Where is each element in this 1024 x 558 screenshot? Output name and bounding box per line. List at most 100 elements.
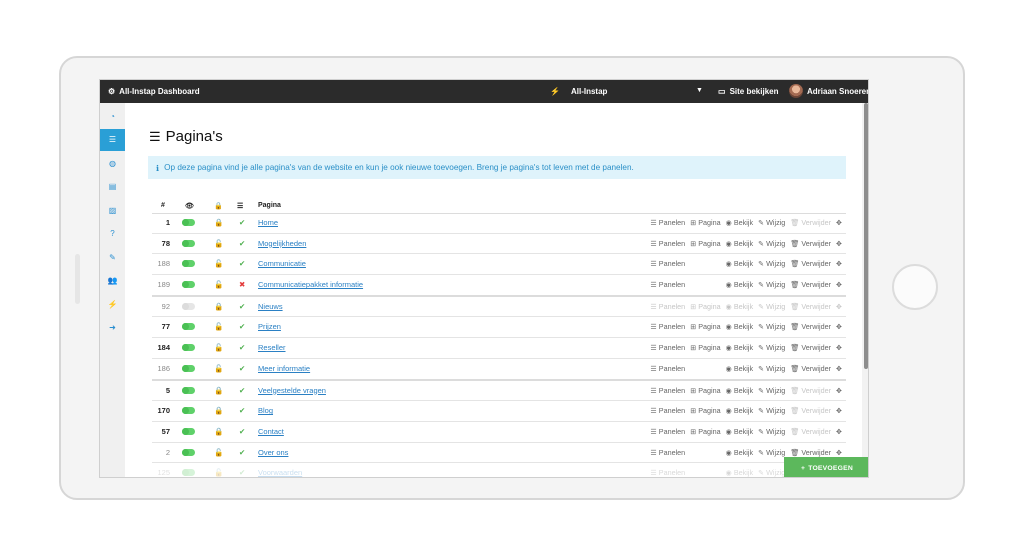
page-link[interactable]: Nieuws bbox=[258, 302, 283, 311]
move-icon[interactable]: ✥ bbox=[836, 406, 842, 415]
page-button[interactable]: ⊞ Pagina bbox=[690, 302, 720, 311]
page-link[interactable]: Reseller bbox=[258, 343, 286, 352]
page-link[interactable]: Voorwaarden bbox=[258, 468, 302, 477]
edit-button[interactable]: ✎ Wijzig bbox=[758, 364, 785, 373]
edit-button[interactable]: ✎ Wijzig bbox=[758, 468, 785, 477]
edit-button[interactable]: ✎ Wijzig bbox=[758, 386, 785, 395]
edit-button[interactable]: ✎ Wijzig bbox=[758, 322, 785, 331]
move-icon[interactable]: ✥ bbox=[836, 218, 842, 227]
sidebar-item-question[interactable]: ? bbox=[100, 223, 125, 245]
edit-button[interactable]: ✎ Wijzig bbox=[758, 302, 785, 311]
move-icon[interactable]: ✥ bbox=[836, 322, 842, 331]
move-icon[interactable]: ✥ bbox=[836, 239, 842, 248]
view-button[interactable]: ◉ Bekijk bbox=[726, 280, 753, 289]
view-button[interactable]: ◉ Bekijk bbox=[726, 259, 753, 268]
active-toggle[interactable] bbox=[182, 281, 195, 289]
move-icon[interactable]: ✥ bbox=[836, 259, 842, 268]
page-link[interactable]: Meer informatie bbox=[258, 364, 310, 373]
panels-button[interactable]: ☰ Panelen bbox=[650, 364, 685, 373]
page-button[interactable]: ⊞ Pagina bbox=[690, 406, 720, 415]
panels-button[interactable]: ☰ Panelen bbox=[650, 343, 685, 352]
panels-button[interactable]: ☰ Panelen bbox=[650, 259, 685, 268]
active-toggle[interactable] bbox=[182, 260, 195, 268]
page-button[interactable]: ⊞ Pagina bbox=[690, 427, 720, 436]
view-site-button[interactable]: ▭ Site bekijken bbox=[718, 87, 778, 96]
active-toggle[interactable] bbox=[182, 469, 195, 477]
delete-button[interactable]: 🗑 Verwijder bbox=[790, 322, 831, 331]
add-button[interactable]: + TOEVOEGEN bbox=[784, 457, 868, 477]
unlock-icon[interactable]: 🔓 bbox=[214, 364, 223, 373]
site-selector[interactable]: ⚡ All-Instap bbox=[550, 87, 607, 96]
lock-icon[interactable]: 🔒 bbox=[214, 427, 223, 436]
active-toggle[interactable] bbox=[182, 448, 195, 456]
scrollbar-thumb[interactable] bbox=[864, 103, 868, 369]
user-menu[interactable]: Adriaan Snoerer bbox=[789, 84, 868, 98]
view-button[interactable]: ◉ Bekijk bbox=[726, 239, 753, 248]
view-button[interactable]: ◉ Bekijk bbox=[726, 218, 753, 227]
view-button[interactable]: ◉ Bekijk bbox=[726, 427, 753, 436]
delete-button[interactable]: 🗑 Verwijder bbox=[790, 343, 831, 352]
move-icon[interactable]: ✥ bbox=[836, 386, 842, 395]
delete-button[interactable]: 🗑 Verwijder bbox=[790, 427, 831, 436]
page-link[interactable]: Communicatie bbox=[258, 259, 306, 268]
active-toggle[interactable] bbox=[182, 323, 195, 331]
panels-button[interactable]: ☰ Panelen bbox=[650, 218, 685, 227]
page-button[interactable]: ⊞ Pagina bbox=[690, 239, 720, 248]
active-toggle[interactable] bbox=[182, 344, 195, 352]
delete-button[interactable]: 🗑 Verwijder bbox=[790, 386, 831, 395]
panels-button[interactable]: ☰ Panelen bbox=[650, 386, 685, 395]
edit-button[interactable]: ✎ Wijzig bbox=[758, 343, 785, 352]
lock-icon[interactable]: 🔒 bbox=[214, 218, 223, 227]
page-link[interactable]: Prijzen bbox=[258, 322, 281, 331]
panels-button[interactable]: ☰ Panelen bbox=[650, 427, 685, 436]
active-toggle[interactable] bbox=[182, 427, 195, 435]
view-button[interactable]: ◉ Bekijk bbox=[726, 386, 753, 395]
sidebar-item-edit[interactable]: ✎ bbox=[100, 246, 125, 268]
move-icon[interactable]: ✥ bbox=[836, 343, 842, 352]
page-button[interactable]: ⊞ Pagina bbox=[690, 322, 720, 331]
view-button[interactable]: ◉ Bekijk bbox=[726, 448, 753, 457]
view-button[interactable]: ◉ Bekijk bbox=[726, 468, 753, 477]
page-link[interactable]: Contact bbox=[258, 427, 284, 436]
unlock-icon[interactable]: 🔓 bbox=[214, 448, 223, 457]
move-icon[interactable]: ✥ bbox=[836, 427, 842, 436]
view-button[interactable]: ◉ Bekijk bbox=[726, 364, 753, 373]
lock-icon[interactable]: 🔒 bbox=[214, 386, 223, 395]
page-link[interactable]: Home bbox=[258, 218, 278, 227]
edit-button[interactable]: ✎ Wijzig bbox=[758, 406, 785, 415]
lock-icon[interactable]: 🔒 bbox=[214, 406, 223, 415]
sidebar-item-list[interactable]: ☰ bbox=[100, 128, 125, 151]
sidebar-item-file[interactable]: ▤ bbox=[100, 176, 125, 198]
page-button[interactable]: ⊞ Pagina bbox=[690, 343, 720, 352]
edit-button[interactable]: ✎ Wijzig bbox=[758, 427, 785, 436]
unlock-icon[interactable]: 🔓 bbox=[214, 343, 223, 352]
delete-button[interactable]: 🗑 Verwijder bbox=[790, 406, 831, 415]
brand[interactable]: ⚙ All-Instap Dashboard bbox=[108, 87, 200, 96]
move-icon[interactable]: ✥ bbox=[836, 364, 842, 373]
delete-button[interactable]: 🗑 Verwijder bbox=[790, 448, 831, 457]
delete-button[interactable]: 🗑 Verwijder bbox=[790, 302, 831, 311]
page-button[interactable]: ⊞ Pagina bbox=[690, 218, 720, 227]
edit-button[interactable]: ✎ Wijzig bbox=[758, 259, 785, 268]
edit-button[interactable]: ✎ Wijzig bbox=[758, 239, 785, 248]
page-link[interactable]: Mogelijkheden bbox=[258, 239, 306, 248]
sidebar-item-dashboard[interactable]: ◔ bbox=[100, 105, 125, 127]
active-toggle[interactable] bbox=[182, 302, 195, 310]
unlock-icon[interactable]: 🔓 bbox=[214, 239, 223, 248]
sidebar-item-users[interactable]: 👥 bbox=[100, 270, 125, 292]
edit-button[interactable]: ✎ Wijzig bbox=[758, 218, 785, 227]
active-toggle[interactable] bbox=[182, 364, 195, 372]
view-button[interactable]: ◉ Bekijk bbox=[726, 343, 753, 352]
panels-button[interactable]: ☰ Panelen bbox=[650, 302, 685, 311]
panels-button[interactable]: ☰ Panelen bbox=[650, 322, 685, 331]
delete-button[interactable]: 🗑 Verwijder bbox=[790, 364, 831, 373]
unlock-icon[interactable]: 🔓 bbox=[214, 259, 223, 268]
panels-button[interactable]: ☰ Panelen bbox=[650, 239, 685, 248]
sidebar-item-arrow-right[interactable]: ➜ bbox=[100, 317, 125, 339]
page-link[interactable]: Blog bbox=[258, 406, 273, 415]
move-icon[interactable]: ✥ bbox=[836, 302, 842, 311]
unlock-icon[interactable]: 🔓 bbox=[214, 280, 223, 289]
sidebar-item-plug[interactable]: ⚡ bbox=[100, 293, 125, 315]
move-icon[interactable]: ✥ bbox=[836, 280, 842, 289]
active-toggle[interactable] bbox=[182, 219, 195, 226]
